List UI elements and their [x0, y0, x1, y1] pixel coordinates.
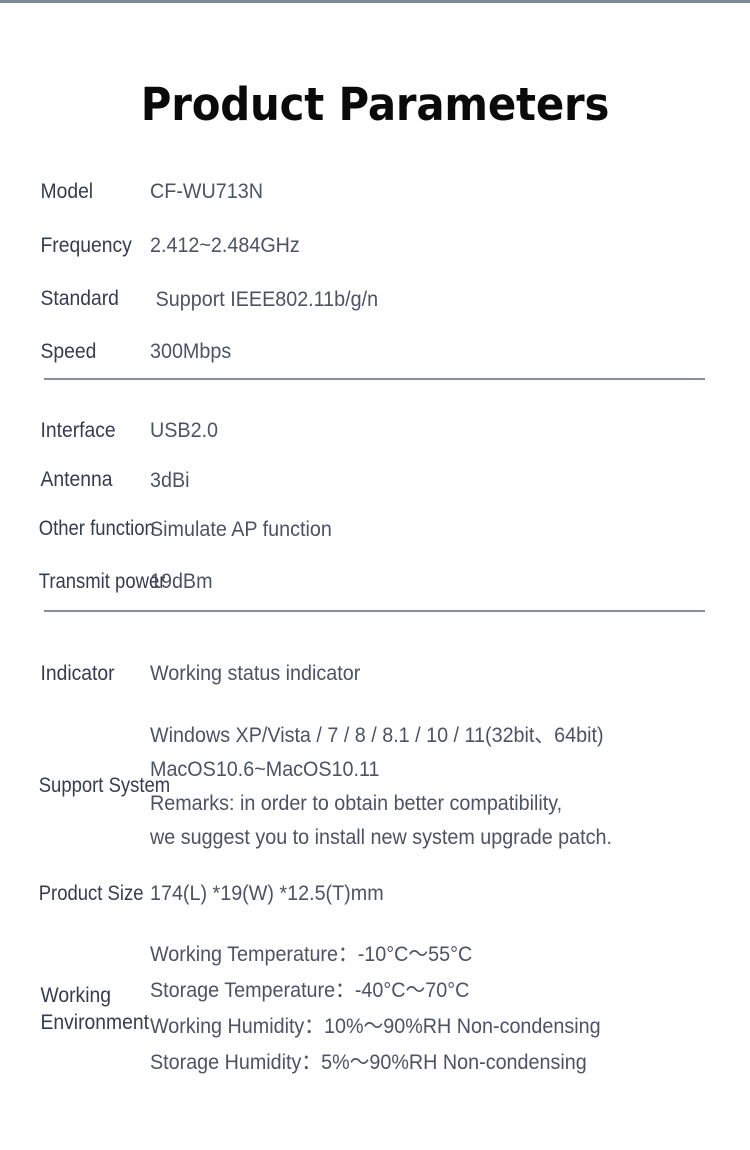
spec-value-model: CF-WU713N [150, 180, 263, 204]
spec-label-product-size: Product Size [38, 881, 144, 905]
working-environment-line-4: Storage Humidity：5%〜90%RH Non-condensing [150, 1051, 587, 1074]
page-title: Product Parameters [140, 78, 610, 131]
spec-label-frequency: Frequency [40, 233, 132, 257]
working-environment-line-3: Working Humidity：10%〜90%RH Non-condensin… [150, 1015, 601, 1038]
spec-label-interface: Interface [40, 418, 116, 442]
spec-group-basic: Model CF-WU713N Frequency 2.412~2.484GHz… [0, 165, 750, 378]
spec-label-other-function: Other function [38, 517, 155, 541]
spec-value-indicator: Working status indicator [150, 662, 361, 686]
spec-label-working-environment: Working Environment [40, 983, 149, 1034]
spec-value-working-environment: Working Temperature：-10°C〜55°C Storage T… [150, 937, 714, 1081]
section-divider-1 [44, 378, 705, 380]
spec-value-standard: Support IEEE802.11b/g/n [155, 287, 379, 311]
spec-label-standard: Standard [40, 287, 119, 311]
spec-row-transmit-power: Transmit power 19dBm [0, 554, 750, 610]
spec-row-support-system: Support System Windows XP/Vista / 7 / 8 … [0, 709, 750, 864]
spec-label-transmit-power: Transmit power [38, 569, 166, 593]
spec-value-other-function: Simulate AP function [150, 517, 332, 541]
spec-value-antenna: 3dBi [150, 468, 190, 492]
spec-label-indicator: Indicator [40, 661, 115, 685]
support-system-line-3: Remarks: in order to obtain better compa… [150, 791, 563, 815]
spec-row-antenna: Antenna 3dBi [0, 456, 750, 505]
spec-label-support-system: Support System [38, 774, 171, 798]
spec-group-hardware: Interface USB2.0 Antenna 3dBi Other func… [0, 406, 750, 610]
spec-label-model: Model [40, 179, 94, 203]
spec-value-interface: USB2.0 [150, 419, 219, 443]
spec-row-standard: Standard Support IEEE802.11b/g/n [0, 273, 750, 326]
spec-value-frequency: 2.412~2.484GHz [150, 234, 300, 258]
spec-group-system: Indicator Working status indicator Suppo… [0, 639, 750, 1094]
spec-row-product-size: Product Size 174(L) *19(W) *12.5(T)mm [0, 864, 750, 924]
product-parameters-page: Product Parameters Model CF-WU713N Frequ… [0, 0, 750, 1094]
spec-row-interface: Interface USB2.0 [0, 406, 750, 456]
spec-value-support-system: Windows XP/Vista / 7 / 8 / 8.1 / 10 / 11… [150, 719, 714, 855]
support-system-line-1: Windows XP/Vista / 7 / 8 / 8.1 / 10 / 11… [150, 723, 604, 747]
spec-label-antenna: Antenna [40, 468, 113, 492]
spec-value-speed: 300Mbps [150, 340, 232, 364]
spec-label-speed: Speed [40, 339, 97, 363]
spec-row-other-function: Other function Simulate AP function [0, 505, 750, 554]
support-system-line-2: MacOS10.6~MacOS10.11 [150, 757, 380, 781]
spec-row-indicator: Indicator Working status indicator [0, 639, 750, 709]
spec-row-working-environment: Working Environment Working Temperature：… [0, 924, 750, 1094]
support-system-line-4: we suggest you to install new system upg… [150, 825, 612, 849]
spec-value-transmit-power: 19dBm [150, 570, 213, 594]
working-environment-line-2: Storage Temperature：-40°C〜70°C [150, 979, 470, 1002]
spec-value-product-size: 174(L) *19(W) *12.5(T)mm [150, 882, 384, 906]
section-divider-2 [44, 610, 705, 612]
working-environment-line-1: Working Temperature：-10°C〜55°C [150, 943, 473, 966]
spec-row-speed: Speed 300Mbps [0, 326, 750, 378]
spec-row-model: Model CF-WU713N [0, 165, 750, 219]
spec-row-frequency: Frequency 2.412~2.484GHz [0, 219, 750, 273]
